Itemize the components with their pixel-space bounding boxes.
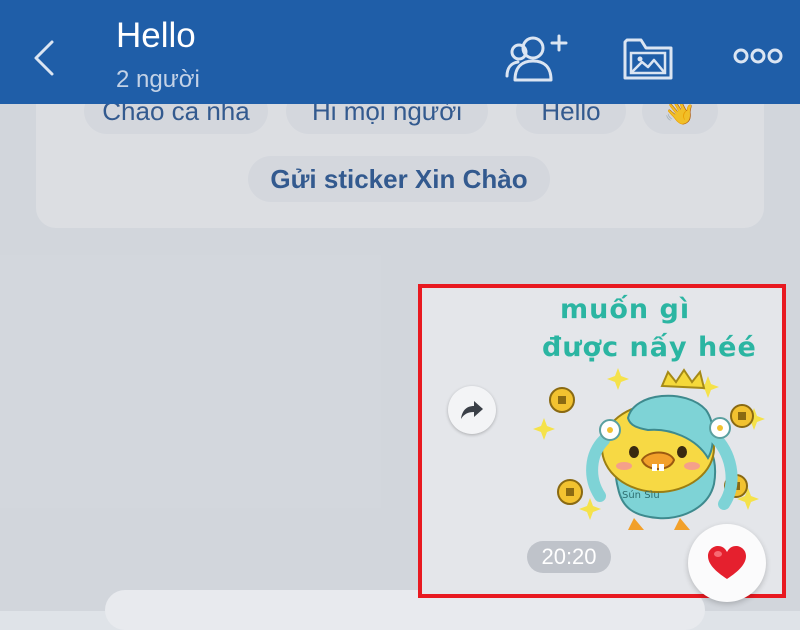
reaction-button[interactable]	[688, 524, 766, 602]
chat-title[interactable]: Hello	[116, 16, 196, 56]
more-options-button[interactable]	[733, 46, 783, 66]
media-folder-button[interactable]	[622, 34, 674, 82]
media-folder-icon	[623, 38, 673, 80]
sticker-brand-tag: Sún Sìu	[622, 490, 660, 501]
duck-sticker[interactable]: muốn gì được nấy héé Sún Sìu	[530, 288, 780, 548]
duck-character-image	[533, 368, 765, 530]
more-options-icon	[733, 48, 783, 64]
heart-icon	[708, 546, 746, 579]
sticker-caption-line1: muốn gì	[560, 294, 691, 325]
share-arrow-icon	[461, 401, 483, 419]
add-member-button[interactable]	[503, 30, 573, 84]
forward-button[interactable]	[448, 386, 496, 434]
back-icon	[34, 40, 54, 76]
message-timestamp: 20:20	[527, 541, 611, 573]
member-count: 2 người	[116, 66, 200, 93]
sticker-caption-line2: được nấy héé	[542, 332, 757, 363]
chat-header: Hello 2 người	[0, 0, 800, 104]
back-button[interactable]	[28, 36, 62, 80]
send-hello-sticker-button[interactable]: Gửi sticker Xin Chào	[248, 156, 550, 202]
add-member-icon	[505, 34, 568, 82]
